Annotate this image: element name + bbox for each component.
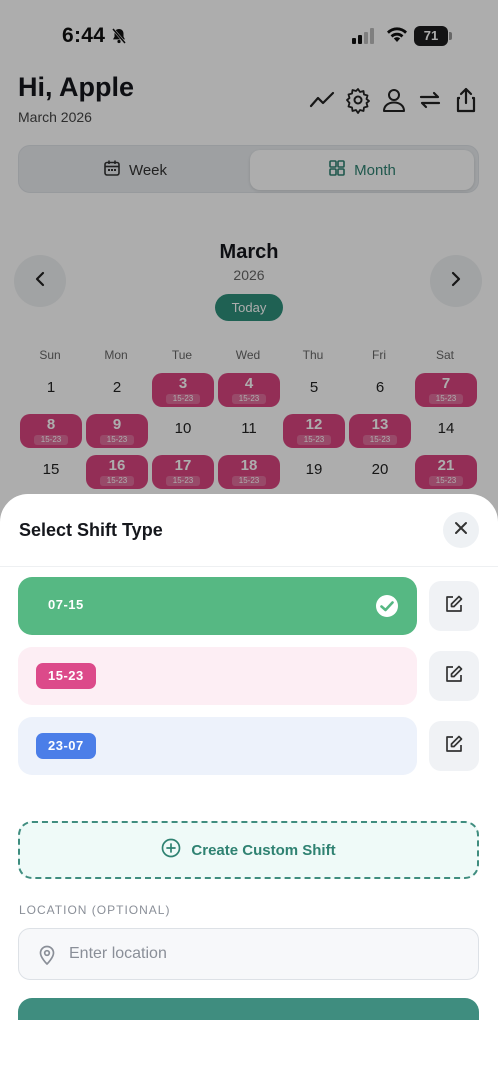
plus-circle-icon bbox=[161, 838, 181, 862]
shift-label: 07-15 bbox=[48, 597, 84, 612]
shift-option-07-15[interactable]: 07-15 bbox=[18, 577, 417, 635]
create-custom-shift-button[interactable]: Create Custom Shift bbox=[18, 821, 479, 879]
location-input[interactable] bbox=[69, 929, 459, 979]
sheet-title: Select Shift Type bbox=[19, 520, 163, 540]
shift-type-sheet: Select Shift Type 07-15 15-23 23-07 Crea… bbox=[0, 494, 498, 1080]
sheet-divider bbox=[0, 566, 498, 567]
shift-option-23-07[interactable]: 23-07 bbox=[18, 717, 417, 775]
location-label: LOCATION (OPTIONAL) bbox=[19, 903, 171, 917]
edit-icon bbox=[444, 734, 464, 759]
shift-label: 15-23 bbox=[36, 663, 96, 689]
check-circle-icon bbox=[375, 594, 399, 623]
map-pin-icon bbox=[37, 944, 57, 971]
edit-shift-button[interactable] bbox=[429, 651, 479, 701]
close-sheet-button[interactable] bbox=[443, 512, 479, 548]
edit-icon bbox=[444, 664, 464, 689]
edit-shift-button[interactable] bbox=[429, 721, 479, 771]
edit-icon bbox=[444, 594, 464, 619]
sheet-footer bbox=[0, 1020, 498, 1080]
app-screen: 6:44 71 Hi, Apple March 2026 Week Month … bbox=[0, 0, 498, 1080]
location-field bbox=[18, 928, 479, 980]
shift-label: 23-07 bbox=[36, 733, 96, 759]
create-custom-shift-label: Create Custom Shift bbox=[191, 841, 336, 859]
close-icon bbox=[454, 521, 468, 540]
save-button[interactable] bbox=[18, 998, 479, 1020]
shift-option-15-23[interactable]: 15-23 bbox=[18, 647, 417, 705]
edit-shift-button[interactable] bbox=[429, 581, 479, 631]
